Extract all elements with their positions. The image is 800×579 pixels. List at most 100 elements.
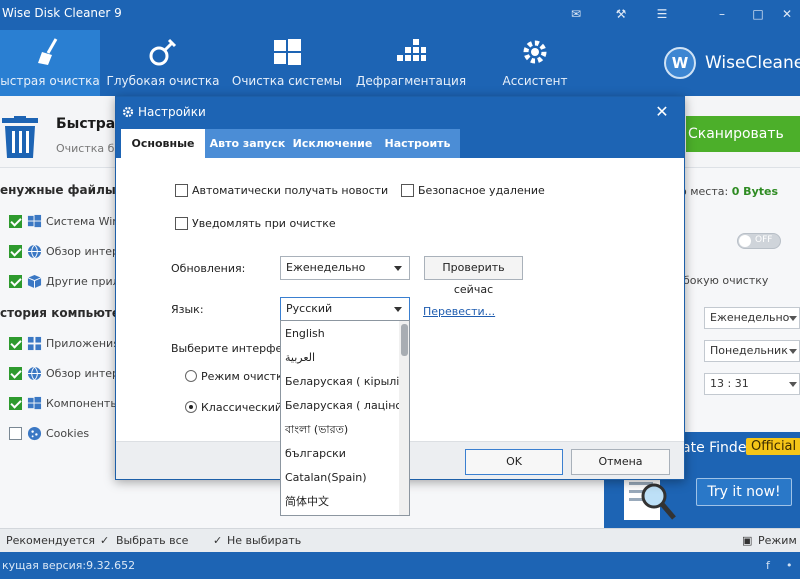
title-bar: Wise Disk Cleaner 9 ✉ ⚒ ☰ – □ ✕ [0,0,800,30]
scrollbar[interactable] [399,321,409,515]
select-value: Русский [286,302,333,315]
ok-button[interactable]: OK [465,449,563,475]
promo-badge: Official [746,438,800,455]
checkbox[interactable] [175,217,188,230]
tab-system-clean[interactable]: Очистка системы [230,30,344,96]
checkbox[interactable] [9,215,22,228]
radio-button[interactable] [185,370,197,382]
updates-select[interactable]: Еженедельно [280,256,410,280]
mode-icon: ▣ [742,534,753,547]
tab-label: Очистка системы [231,74,343,88]
tab-label: Дефрагментация [355,74,467,88]
language-option[interactable]: English [281,322,399,346]
radio-label: Режим очистки [201,370,290,383]
updates-label: Обновления: [171,262,246,275]
tab-assistant[interactable]: Ассистент [478,30,592,96]
interface-label: Выберите интерфейс [171,342,296,355]
cookie-icon [27,426,42,441]
close-icon[interactable]: ✕ [652,102,672,122]
version-text: кущая версия:9.32.652 [2,559,136,572]
chevron-down-icon [789,316,797,321]
main-navigation: ыстрая очистка Глубокая очистка Очистка … [0,30,800,96]
tab-label: Ассистент [502,74,568,88]
language-dropdown-list[interactable]: English العربية Беларуская ( кірылі... Б… [280,320,410,516]
maximize-icon[interactable]: □ [749,5,767,23]
apps-icon [27,336,42,351]
spinner-icon [789,382,797,387]
language-option[interactable]: 简体中文 [281,490,399,514]
schedule-time-field[interactable]: 13 : 31 [704,373,800,395]
box-icon [27,274,42,289]
chevron-down-icon [394,307,402,312]
language-option[interactable]: বাংলা (ভারত) [281,418,399,442]
item-label: Cookies [46,427,90,440]
language-label: Язык: [171,303,204,316]
hero-subtitle: Очистка бе [56,142,122,155]
language-option[interactable]: العربية [281,346,399,370]
checkbox[interactable] [175,184,188,197]
gear-icon [122,106,134,118]
select-none-icon[interactable]: ✓ [213,534,222,547]
mode-label[interactable]: Режим о [758,534,800,547]
dialog-header: Настройки ✕ Основные Авто запуск Исключе… [116,97,684,158]
select-all-link[interactable]: Выбрать все [116,534,188,547]
facebook-icon[interactable]: f [766,559,770,572]
globe-icon [27,366,42,381]
select-all-icon[interactable]: ✓ [100,534,109,547]
translate-link[interactable]: Перевести... [423,305,495,318]
tab-defrag[interactable]: Дефрагментация [354,30,468,96]
promo-title: ate Finder [682,440,753,456]
dialog-title: Настройки [138,105,206,119]
toggle-label: OFF [755,235,773,245]
try-now-button[interactable]: Try it now! [696,478,792,506]
tab-autostart[interactable]: Авто запуск [205,129,290,158]
schedule-hint: бокую очистку [683,274,769,287]
language-option[interactable]: Беларуская ( лацінс... [281,394,399,418]
select-none-link[interactable]: Не выбирать [227,534,301,547]
scrollbar-thumb[interactable] [401,324,408,356]
tab-deep-clean[interactable]: Глубокая очистка [106,30,220,96]
checkbox[interactable] [401,184,414,197]
language-option[interactable]: Беларуская ( кірылі... [281,370,399,394]
broom-icon [38,38,58,65]
free-space-info: о места: 0 Bytes [680,185,778,198]
schedule-day-select[interactable]: Понедельник [704,340,800,362]
checkbox[interactable] [9,397,22,410]
scan-button[interactable]: Сканировать [686,116,800,152]
tab-customize[interactable]: Настроить [375,129,460,158]
globe-icon [27,244,42,259]
select-value: Понедельник [710,344,788,357]
close-window-icon[interactable]: ✕ [778,5,796,23]
chevron-down-icon [394,266,402,271]
checkbox[interactable] [9,337,22,350]
social-icon[interactable]: • [786,559,793,572]
brand-logo-icon: W [664,47,696,79]
language-select[interactable]: Русский [280,297,410,321]
checkbox[interactable] [9,245,22,258]
free-space-value: 0 Bytes [731,185,779,198]
tools-icon[interactable]: ⚒ [612,5,630,23]
checkbox[interactable] [9,367,22,380]
language-option[interactable]: български [281,442,399,466]
auto-clean-toggle[interactable]: OFF [737,233,781,249]
app-title: Wise Disk Cleaner 9 [2,6,122,20]
menu-icon[interactable]: ☰ [653,5,671,23]
option-label: Уведомлять при очистке [192,217,336,230]
tab-general[interactable]: Основные [121,129,205,158]
check-now-button[interactable]: Проверить сейчас [424,256,523,296]
schedule-frequency-select[interactable]: Еженедельно [704,307,800,329]
tab-quick-clean[interactable]: ыстрая очистка [0,30,100,96]
radio-button[interactable] [185,401,197,413]
select-value: Еженедельно [286,261,366,274]
option-label: Автоматически получать новости [192,184,389,197]
cancel-button[interactable]: Отмена [571,449,670,475]
checkbox[interactable] [9,427,22,440]
minimize-icon[interactable]: – [713,5,731,23]
checkbox[interactable] [9,275,22,288]
language-option[interactable]: Catalan(Spain) [281,466,399,490]
trash-icon [2,116,38,158]
feedback-icon[interactable]: ✉ [567,5,585,23]
brand-name: WiseCleaner [705,53,800,73]
tab-exclusion[interactable]: Исключение [290,129,375,158]
recommended-link[interactable]: Рекомендуется [6,534,95,547]
